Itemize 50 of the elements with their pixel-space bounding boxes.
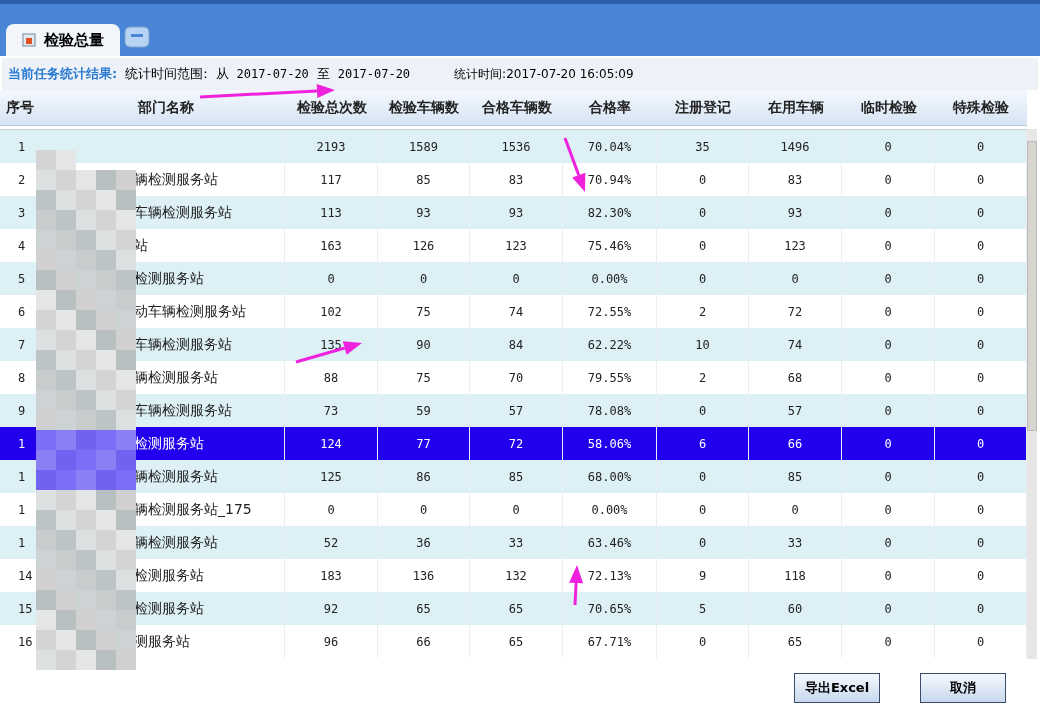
table-cell: 65 [749,625,842,658]
dialog-button[interactable]: 导出Excel [794,673,880,703]
table-row[interactable]: 1 2193 1589 1536 70.04% 35 1496 0 0 [0,130,1027,163]
minimize-icon[interactable] [124,26,150,48]
column-header: 在用车辆 [766,98,825,117]
table-cell-text: 1 [17,435,27,453]
table-cell-text: 6 [17,303,27,321]
table-cell: 0 [842,625,935,658]
result-title: 当前任务统计结果: [8,65,118,84]
table-cell-text: 14 [17,567,34,585]
column-header: 部门名称 [137,98,195,117]
table-cell-text: 1 [17,138,27,156]
table-cell: 66 [378,625,470,658]
annotation-arrow [295,341,362,364]
to-word: 至 [316,65,330,84]
column-header: 临时检验 [859,98,918,117]
table-cell: 65 [470,625,563,658]
dialog-button[interactable]: 取消 [920,673,1006,703]
table-cell: 96 [285,625,378,658]
to-date: 2017-07-20 [337,66,411,83]
stat-time: 统计时间:2017-07-20 16:05:09 [454,66,634,83]
column-header: 检验车辆数 [388,98,460,117]
table-cell-text: 5 [17,270,27,288]
table-cell-text: 1 [17,501,27,519]
table-cell-text: 1 [17,534,27,552]
table-cell-text: 15 [17,600,34,618]
table-cell-text: 3 [17,204,27,222]
scrollbar[interactable] [1027,129,1037,659]
column-header: 检验总次数 [295,98,368,117]
from-date: 2017-07-20 [236,66,309,83]
table-cell-text: 7 [17,336,27,354]
tab[interactable]: 检验总量 [6,24,120,56]
table-cell-text: 8 [17,369,27,387]
table-cell: 0 [657,625,749,658]
table-cell: 67.71% [563,625,657,658]
annotation-arrow [563,137,586,192]
table-cell-text: 2 [17,171,27,189]
table-cell-text: 16 [17,633,34,651]
column-header: 序号 [5,98,34,117]
range-label: 统计时间范围: [125,65,208,84]
table-cell-text: 4 [17,237,27,255]
column-header: 合格车辆数 [480,98,553,117]
from-word: 从 [215,65,229,84]
table-cell-text: 9 [17,402,27,420]
column-header: 特殊检验 [951,98,1010,117]
column-header: 注册登记 [674,98,732,117]
column-header: 合格率 [588,98,632,117]
annotation-arrow [569,565,584,606]
window-icon [22,33,36,47]
table-cell-text: 1 [17,468,27,486]
